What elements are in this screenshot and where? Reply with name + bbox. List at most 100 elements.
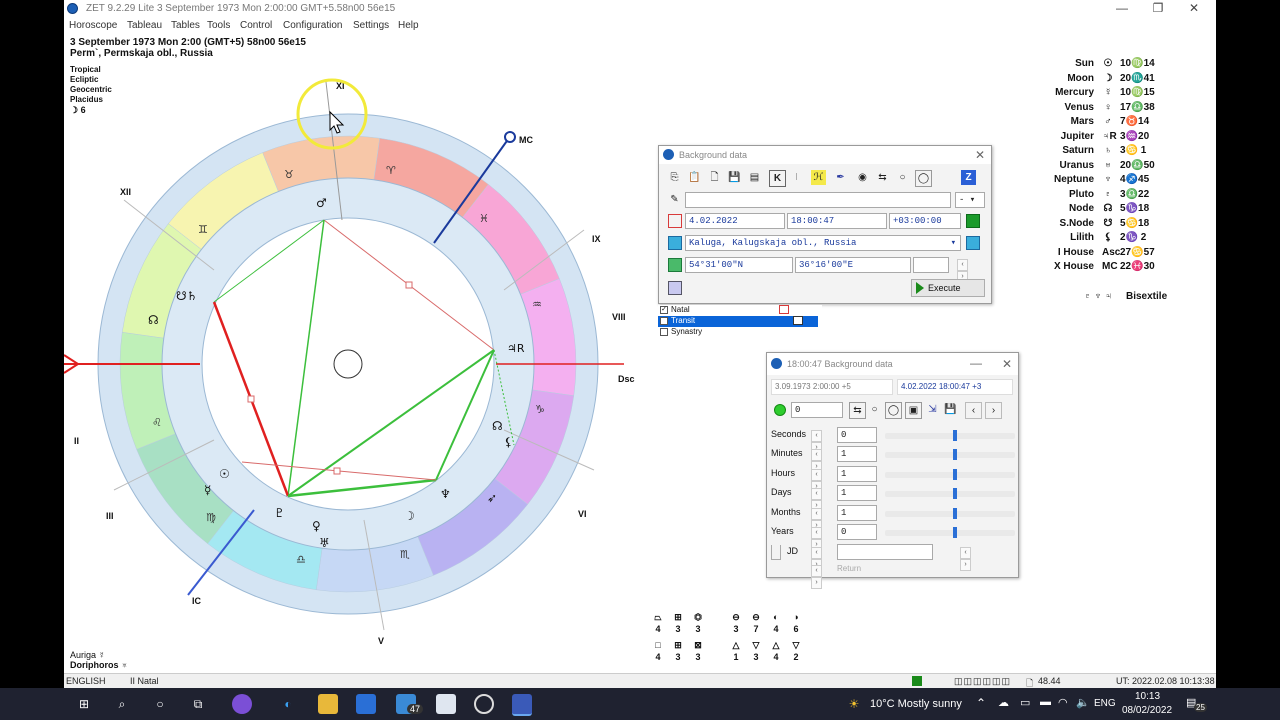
row-spinner[interactable]: ‹› [811, 430, 833, 454]
altitude-input[interactable] [913, 257, 949, 273]
row-slider[interactable] [885, 430, 1015, 441]
latitude-input[interactable]: 54°31'00"N [685, 257, 793, 273]
list-item-synastry[interactable]: Synastry [658, 327, 818, 338]
media-app-icon[interactable] [474, 694, 494, 714]
maximize-button[interactable]: ❐ [1140, 0, 1176, 18]
new-file-icon[interactable]: 🗋 [707, 170, 722, 185]
row-value-input[interactable]: 1 [837, 504, 877, 521]
windows-start-icon[interactable]: ⊞ [74, 694, 94, 714]
planet-row[interactable]: Venus ♀ 17♎38 [1034, 102, 1174, 116]
next-step-button[interactable]: › [985, 402, 1002, 419]
previous-step-button[interactable]: ‹ [965, 402, 982, 419]
chat-app-icon[interactable] [232, 694, 252, 714]
volume-icon[interactable]: 🔈 [1076, 696, 1090, 709]
file-explorer-icon[interactable] [318, 694, 338, 714]
name-input[interactable] [685, 192, 951, 208]
time-input[interactable]: 18:00:47 [787, 213, 887, 229]
row-spinner[interactable]: ‹› [811, 488, 833, 513]
planet-row[interactable]: Jupiter ♃R 3♒20 [1034, 131, 1174, 145]
planet-row[interactable]: Lilith ⚸ 2♑ 2 [1034, 232, 1174, 246]
settings-wheel-icon[interactable] [668, 281, 682, 295]
row-spinner[interactable]: ‹› [811, 449, 833, 474]
document-app-icon[interactable] [436, 694, 456, 714]
save-icon[interactable]: 💾 [727, 170, 742, 185]
progression-save-icon[interactable]: 💾 [943, 402, 958, 417]
export-icon[interactable]: ⇲ [925, 402, 940, 417]
row-slider[interactable] [885, 488, 1015, 500]
planet-row[interactable]: I House Asc 27♋57 [1034, 247, 1174, 261]
tray-up-arrow-icon[interactable]: ⌃ [976, 696, 986, 710]
jd-spinner[interactable]: ‹› [811, 547, 833, 571]
planet-row[interactable]: Sun ☉ 10♍14 [1034, 58, 1174, 72]
battery-icon[interactable]: ▬ [1040, 696, 1051, 708]
progression-minimize-button[interactable]: — [970, 356, 982, 370]
row-slider[interactable] [885, 449, 1015, 461]
row-slider[interactable] [885, 527, 1015, 538]
transit-checkbox[interactable] [660, 317, 668, 325]
slider-thumb[interactable] [952, 430, 957, 441]
date-input[interactable]: 4.02.2022 [685, 213, 785, 229]
jd-input[interactable] [837, 544, 933, 560]
natal-checkbox[interactable]: ✓ [660, 306, 668, 314]
task-view-icon[interactable]: ⧉ [188, 694, 208, 714]
menu-control[interactable]: Control [240, 20, 272, 31]
green-status-icon[interactable] [966, 214, 980, 228]
large-circle-icon[interactable]: ◯ [915, 170, 932, 187]
planet-row[interactable]: Node ☊ 5♑18 [1034, 203, 1174, 217]
circle-dot-icon[interactable]: ◉ [855, 170, 870, 185]
synastry-checkbox[interactable] [660, 328, 668, 336]
menu-tableau[interactable]: Tableau [127, 20, 162, 31]
run-indicator-icon[interactable] [774, 404, 786, 416]
close-button[interactable]: ✕ [1176, 0, 1212, 18]
name-options-dropdown[interactable]: - ▾ [955, 192, 985, 208]
progression-close-button[interactable]: ✕ [1002, 357, 1012, 371]
clock-date[interactable]: 08/02/2022 [1122, 705, 1172, 716]
zet-app-icon[interactable] [512, 694, 532, 716]
row-spinner[interactable]: ‹› [811, 507, 833, 532]
edge-browser-icon[interactable]: ◐ [278, 694, 298, 714]
planet-row[interactable]: X House MC 22♓30 [1034, 261, 1174, 275]
longitude-input[interactable]: 36°16'00"E [795, 257, 911, 273]
slider-thumb[interactable] [952, 507, 957, 519]
search-icon[interactable]: ⌕ [112, 694, 132, 714]
pen-icon[interactable]: ✒ [833, 170, 848, 185]
wifi-icon[interactable]: ◠ [1058, 696, 1068, 709]
slider-thumb[interactable] [952, 468, 957, 480]
text-icon[interactable]: I [789, 170, 804, 185]
map-lookup-button[interactable] [966, 236, 980, 250]
swap-icon[interactable]: ⇆ [875, 170, 890, 185]
hyper-icon[interactable]: ℋ [811, 170, 826, 185]
weather-text[interactable]: 10°C Mostly sunny [870, 698, 962, 710]
store-icon[interactable] [356, 694, 376, 714]
horoscope-wheel[interactable]: ♂ ♃R ☊ ⚸ ♆ ➶ ☽ ♇ ♀ ♅ ☉ ☿ ☋♄ ☊ ♉ ♈ ♓ ♒ ♑ … [64, 70, 664, 660]
execute-button[interactable]: Execute [911, 279, 985, 297]
clock-time[interactable]: 10:13 [1135, 691, 1160, 702]
z-button-icon[interactable]: Z [961, 170, 976, 185]
small-circle-toggle-icon[interactable]: ○ [867, 402, 882, 417]
status-toolbar-icons[interactable]: ◫◫◫◫◫◫ [954, 676, 1011, 687]
list-item-natal[interactable]: ✓ Natal [658, 305, 818, 316]
step-input[interactable]: 0 [791, 402, 843, 418]
slider-thumb[interactable] [952, 488, 957, 500]
menu-settings[interactable]: Settings [353, 20, 389, 31]
k-icon[interactable]: K [769, 170, 786, 187]
menu-horoscope[interactable]: Horoscope [69, 20, 117, 31]
minimize-button[interactable]: — [1104, 0, 1140, 18]
small-circle-icon[interactable]: ○ [895, 170, 910, 185]
dialog-close-button[interactable]: ✕ [975, 148, 985, 162]
row-value-input[interactable]: 1 [837, 446, 877, 463]
frame-icon[interactable]: ▣ [905, 402, 922, 419]
jd-right-spinner[interactable]: ‹› [960, 547, 982, 571]
menu-tables[interactable]: Tables [171, 20, 200, 31]
cortana-icon[interactable]: ○ [150, 694, 170, 714]
place-dropdown[interactable]: Kaluga, Kalugskaja obl., Russia ▾ [685, 235, 961, 251]
return-spinner[interactable]: ‹› [811, 565, 833, 589]
large-circle-toggle-icon[interactable]: ◯ [885, 402, 902, 419]
copy-icon[interactable]: ⎘ [667, 170, 682, 185]
planet-row[interactable]: Moon ☽ 20♏41 [1034, 73, 1174, 87]
row-slider[interactable] [885, 468, 1015, 480]
row-spinner[interactable]: ‹› [811, 468, 833, 493]
input-language[interactable]: ENG [1094, 698, 1116, 709]
coordinate-spinner[interactable]: ‹› [957, 259, 979, 283]
row-value-input[interactable]: 0 [837, 427, 877, 443]
